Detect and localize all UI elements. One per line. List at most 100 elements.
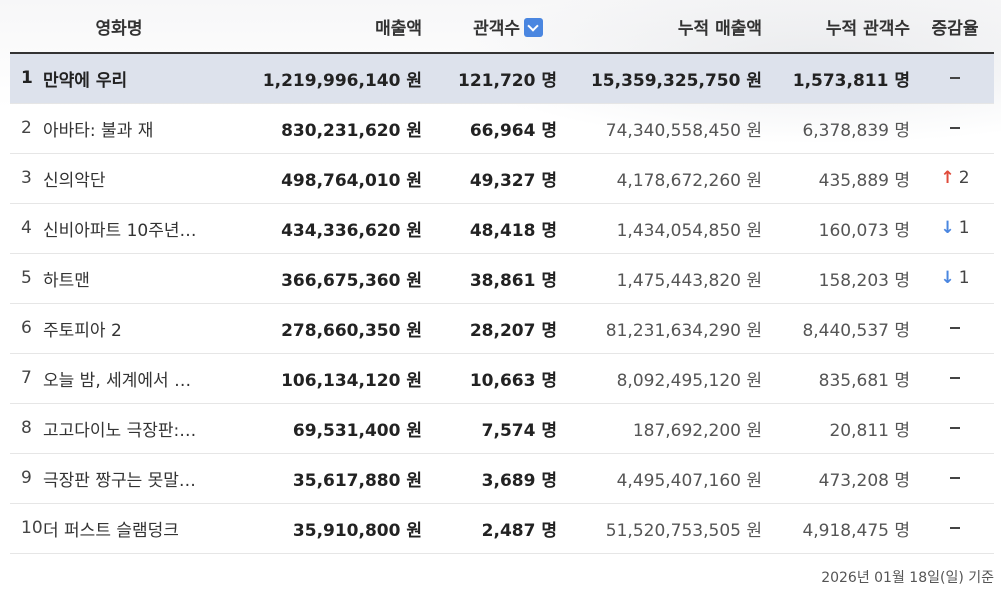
movie-title-cell[interactable]: 신비아파트 10주년…: [43, 203, 228, 253]
change-cell: [916, 353, 994, 403]
movie-title-cell[interactable]: 아바타: 불과 재: [43, 103, 228, 153]
change-cell: ↓ 1: [916, 253, 994, 303]
cum-audience-cell: 20,811 명: [829, 420, 911, 441]
table-row[interactable]: 5 하트맨 366,675,360 원 38,861 명 1,475,443,820 원…: [10, 253, 995, 303]
audience-cell: 121,720 명: [458, 70, 558, 91]
sales-cell: 366,675,360 원: [281, 270, 423, 291]
cum-sales-cell: 74,340,558,450 원: [605, 120, 763, 141]
header-cum-audience[interactable]: 누적 관객수: [768, 0, 917, 54]
change-cell: [916, 453, 994, 503]
header-cum-sales-label: 누적 매출액: [677, 18, 763, 39]
change-cell: [916, 103, 994, 153]
cum-audience-cell: 158,203 명: [818, 270, 911, 291]
movie-title-cell[interactable]: 더 퍼스트 슬램덩크: [43, 503, 228, 553]
header-change: 증감율: [916, 0, 995, 54]
audience-cell: 48,418 명: [469, 220, 558, 241]
no-change-dash-icon: [950, 427, 961, 429]
table-body: 1 만약에 우리 1,219,996,140 원 121,720 명 15,359,32…: [10, 53, 995, 553]
table-row[interactable]: 6 주토피아 2 278,660,350 원 28,207 명 81,231,634,2…: [10, 303, 995, 353]
sales-cell: 106,134,120 원: [281, 370, 423, 391]
cum-sales-cell: 4,495,407,160 원: [616, 470, 763, 491]
sales-cell: 69,531,400 원: [292, 420, 423, 441]
cum-audience-cell: 473,208 명: [818, 470, 911, 491]
no-change-dash-icon: [950, 377, 961, 379]
header-sales[interactable]: 매출액: [228, 0, 429, 54]
change-cell: ↑ 2: [916, 153, 994, 203]
audience-cell: 66,964 명: [469, 120, 558, 141]
header-cum-audience-label: 누적 관객수: [825, 18, 911, 39]
header-audience-label: 관객수: [473, 18, 521, 39]
arrow-down-icon: ↓: [940, 268, 955, 288]
movie-title-cell[interactable]: 극장판 짱구는 못말…: [43, 453, 228, 503]
header-cum-sales[interactable]: 누적 매출액: [563, 0, 769, 54]
cum-sales-cell: 187,692,200 원: [632, 420, 763, 441]
arrow-up-icon: ↑: [940, 168, 955, 188]
no-change-dash-icon: [950, 527, 961, 529]
cum-sales-cell: 8,092,495,120 원: [616, 370, 763, 391]
movie-title-cell[interactable]: 신의악단: [43, 153, 228, 203]
audience-cell: 49,327 명: [469, 170, 558, 191]
header-title-label: 영화명: [95, 18, 143, 39]
sales-cell: 434,336,620 원: [281, 220, 423, 241]
cum-audience-cell: 835,681 명: [818, 370, 911, 391]
cum-audience-cell: 1,573,811 명: [792, 70, 911, 91]
no-change-dash-icon: [950, 477, 961, 479]
sales-cell: 1,219,996,140 원: [262, 70, 423, 91]
audience-cell: 10,663 명: [469, 370, 558, 391]
movie-title-cell[interactable]: 만약에 우리: [43, 53, 228, 103]
cum-audience-cell: 4,918,475 명: [802, 520, 911, 541]
reference-date: 2026년 01월 18일(일) 기준: [821, 570, 994, 586]
cum-audience-cell: 6,378,839 명: [802, 120, 911, 141]
table-header-row: 영화명 매출액 관객수 누적 매출액 누적 관객수 증감율: [10, 0, 995, 54]
cum-audience-cell: 435,889 명: [818, 170, 911, 191]
header-change-label: 증감율: [931, 18, 979, 39]
change-cell: [916, 53, 994, 103]
cum-sales-cell: 4,178,672,260 원: [616, 170, 763, 191]
header-sales-label: 매출액: [375, 18, 423, 39]
change-cell: [916, 303, 994, 353]
change-cell: [916, 403, 994, 453]
cum-sales-cell: 15,359,325,750 원: [590, 70, 763, 91]
table-row[interactable]: 1 만약에 우리 1,219,996,140 원 121,720 명 15,359,32…: [10, 53, 995, 103]
chevron-down-icon[interactable]: [524, 17, 544, 37]
sales-cell: 35,617,880 원: [292, 470, 423, 491]
table-row[interactable]: 3 신의악단 498,764,010 원 49,327 명 4,178,672,260 …: [10, 153, 995, 203]
cum-sales-cell: 81,231,634,290 원: [605, 320, 763, 341]
audience-cell: 2,487 명: [481, 520, 558, 541]
sales-cell: 278,660,350 원: [281, 320, 423, 341]
sales-cell: 498,764,010 원: [281, 170, 423, 191]
table-row[interactable]: 10 더 퍼스트 슬램덩크 35,910,800 원 2,487 명 51,520,75…: [10, 503, 995, 553]
movie-title-cell[interactable]: 하트맨: [43, 253, 228, 303]
audience-cell: 38,861 명: [469, 270, 558, 291]
audience-cell: 7,574 명: [481, 420, 558, 441]
change-value: 2: [958, 168, 970, 188]
movie-title-cell[interactable]: 오늘 밤, 세계에서 …: [43, 353, 228, 403]
change-value: 1: [958, 268, 970, 288]
rank-cell: 6: [21, 318, 32, 338]
audience-cell: 28,207 명: [469, 320, 558, 341]
rank-cell: 7: [21, 368, 32, 388]
table-row[interactable]: 8 고고다이노 극장판:… 69,531,400 원 7,574 명 187,692,2…: [10, 403, 995, 453]
cum-sales-cell: 1,434,054,850 원: [616, 220, 763, 241]
table-row[interactable]: 9 극장판 짱구는 못말… 35,617,880 원 3,689 명 4,495,407…: [10, 453, 995, 503]
table-row[interactable]: 2 아바타: 불과 재 830,231,620 원 66,964 명 74,340,55…: [10, 103, 995, 153]
no-change-dash-icon: [950, 327, 961, 329]
table-row[interactable]: 7 오늘 밤, 세계에서 … 106,134,120 원 10,663 명 8,092,…: [10, 353, 995, 403]
movie-title-cell[interactable]: 고고다이노 극장판:…: [43, 403, 228, 453]
rank-cell: 4: [21, 218, 32, 238]
rank-cell: 3: [21, 168, 32, 188]
no-change-dash-icon: [950, 77, 961, 80]
table-row[interactable]: 4 신비아파트 10주년… 434,336,620 원 48,418 명 1,434,0…: [10, 203, 995, 253]
header-title: 영화명: [10, 0, 229, 54]
cum-sales-cell: 1,475,443,820 원: [616, 270, 763, 291]
no-change-dash-icon: [950, 127, 961, 129]
arrow-down-icon: ↓: [940, 218, 955, 238]
sales-cell: 35,910,800 원: [292, 520, 423, 541]
sales-cell: 830,231,620 원: [281, 120, 423, 141]
rank-cell: 2: [21, 118, 32, 138]
box-office-table: 영화명 매출액 관객수 누적 매출액 누적 관객수 증감율 1 만약에 우리 1,2…: [10, 0, 995, 554]
rank-cell: 1: [21, 68, 33, 89]
movie-title-cell[interactable]: 주토피아 2: [43, 303, 228, 353]
rank-cell: 9: [21, 468, 32, 488]
header-audience[interactable]: 관객수: [428, 0, 564, 54]
